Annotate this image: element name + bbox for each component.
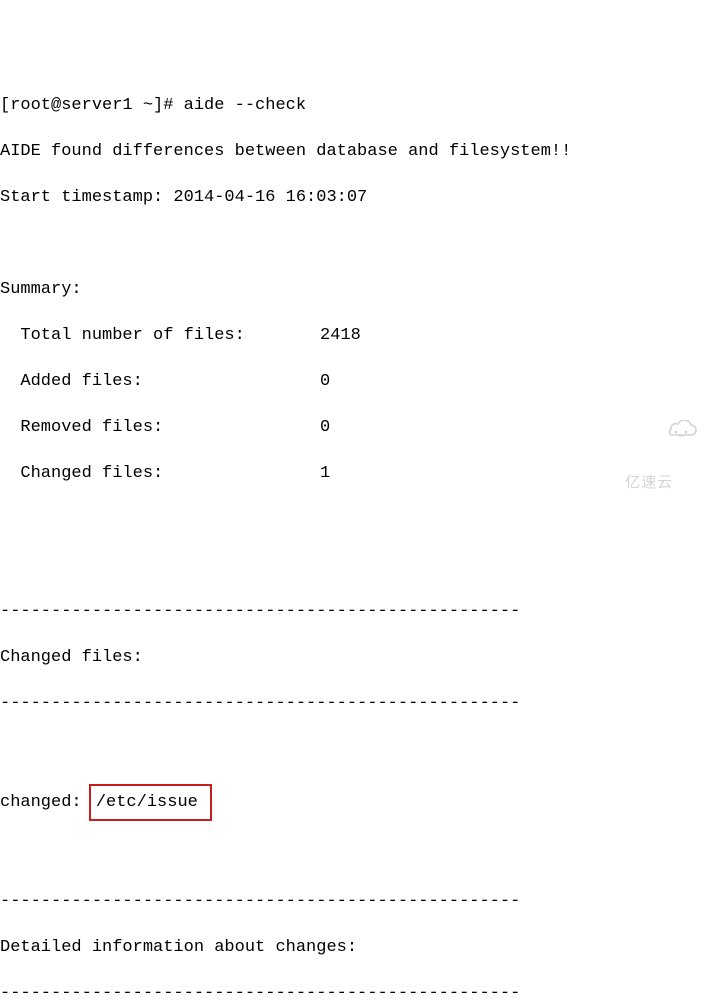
summary-total-value: 2418 <box>320 326 361 345</box>
changed-entry-label: changed: <box>0 793 92 812</box>
cloud-icon <box>623 397 698 471</box>
divider: ----------------------------------------… <box>0 890 710 913</box>
shell-command: aide --check <box>184 96 306 115</box>
changed-entry-highlight: /etc/issue <box>89 784 212 821</box>
blank-line <box>0 844 710 867</box>
divider: ----------------------------------------… <box>0 982 710 1002</box>
blank-line <box>0 508 710 531</box>
output-timestamp: Start timestamp: 2014-04-16 16:03:07 <box>0 186 710 209</box>
summary-heading: Summary: <box>0 278 710 301</box>
changed-entry-path: /etc/issue <box>96 793 198 812</box>
divider: ----------------------------------------… <box>0 692 710 715</box>
output-diff-message: AIDE found differences between database … <box>0 140 710 163</box>
blank-line <box>0 738 710 761</box>
shell-prompt: [root@server1 ~]# <box>0 96 184 115</box>
summary-changed-value: 1 <box>320 464 330 483</box>
summary-changed-label: Changed files: <box>0 462 320 485</box>
summary-total-label: Total number of files: <box>0 324 320 347</box>
summary-total-files: Total number of files:2418 <box>0 324 710 347</box>
terminal-prompt-line: [root@server1 ~]# aide --check <box>0 94 710 117</box>
details-heading: Detailed information about changes: <box>0 936 710 959</box>
summary-added-label: Added files: <box>0 370 320 393</box>
watermark-text: 亿速云 <box>625 474 673 491</box>
blank-line <box>0 232 710 255</box>
blank-line <box>0 554 710 577</box>
summary-removed-label: Removed files: <box>0 416 320 439</box>
summary-removed-value: 0 <box>320 418 330 437</box>
changed-files-heading: Changed files: <box>0 646 710 669</box>
divider: ----------------------------------------… <box>0 600 710 623</box>
changed-entry-line: changed: /etc/issue <box>0 784 710 821</box>
watermark: 亿速云 <box>603 374 698 495</box>
summary-added-value: 0 <box>320 372 330 391</box>
